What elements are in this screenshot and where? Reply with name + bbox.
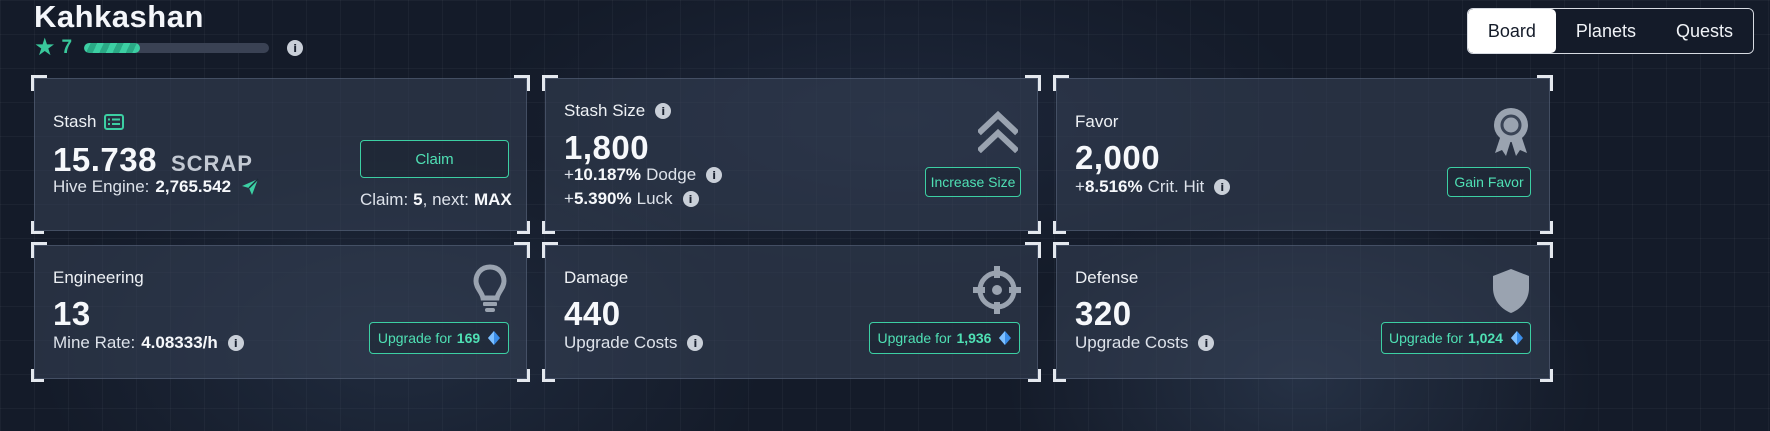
tab-planets[interactable]: Planets xyxy=(1555,9,1656,53)
hive-engine-value: 2,765.542 xyxy=(155,177,232,196)
list-icon[interactable] xyxy=(104,114,125,130)
tab-quests[interactable]: Quests xyxy=(1655,9,1753,53)
crystal-gem-icon xyxy=(1510,331,1523,345)
defense-card: Defense 320 Upgrade Costs i Upgrade for … xyxy=(1053,242,1553,382)
level-row: ★ 7 i xyxy=(34,34,304,61)
upgrade-cost: 1,024 xyxy=(1467,330,1503,346)
upgrade-label: Upgrade for xyxy=(377,330,452,346)
lightbulb-icon xyxy=(473,264,507,312)
upgrade-defense-button[interactable]: Upgrade for 1,024 xyxy=(1381,322,1531,354)
tab-board[interactable]: Board xyxy=(1467,9,1556,53)
upgrade-cost: 169 xyxy=(456,330,481,346)
stash-size-label-row: Stash Size i xyxy=(564,101,672,121)
hive-engine-row: Hive Engine: 2,765.542 xyxy=(53,177,259,197)
gain-favor-button[interactable]: Gain Favor xyxy=(1447,167,1531,197)
favor-value: 2,000 xyxy=(1075,139,1161,176)
stash-size-value: 1,800 xyxy=(564,129,650,166)
mine-rate-row: Mine Rate: 4.08333/h i xyxy=(53,333,244,353)
award-badge-icon xyxy=(1494,108,1528,156)
defense-costs-label: Upgrade Costs xyxy=(1075,333,1189,352)
stash-amount: 15.738 xyxy=(53,141,157,178)
damage-costs-label: Upgrade Costs xyxy=(564,333,678,352)
stash-amount-row: 15.738 SCRAP xyxy=(53,141,253,179)
crit-value: 8.516% xyxy=(1084,177,1143,196)
upgrade-label: Upgrade for xyxy=(877,330,952,346)
hive-engine-label: Hive Engine: xyxy=(53,177,150,196)
crystal-gem-icon xyxy=(999,331,1012,345)
dodge-row: + 10.187% Dodge i xyxy=(564,165,723,185)
defense-value: 320 xyxy=(1075,295,1132,332)
shield-icon xyxy=(1493,269,1529,313)
header: Kahkashan ★ 7 i xyxy=(34,0,304,64)
star-icon: ★ xyxy=(34,34,56,61)
info-icon[interactable]: i xyxy=(287,40,304,56)
info-icon[interactable]: i xyxy=(1198,335,1215,351)
info-icon[interactable]: i xyxy=(682,191,699,207)
info-icon[interactable]: i xyxy=(706,167,723,183)
damage-label: Damage xyxy=(564,268,629,287)
engineering-card: Engineering 13 Mine Rate: 4.08333/h i Up… xyxy=(31,242,530,382)
engineering-value: 13 xyxy=(53,295,91,332)
claim-count: 5 xyxy=(413,190,423,209)
crystal-gem-icon xyxy=(488,331,501,345)
increase-size-button[interactable]: Increase Size xyxy=(925,167,1021,197)
damage-costs-row: Upgrade Costs i xyxy=(564,333,704,353)
next-value: MAX xyxy=(473,190,512,209)
dodge-label: Dodge xyxy=(646,165,697,184)
stash-label-row: Stash xyxy=(53,112,125,132)
crit-row: + 8.516% Crit. Hit i xyxy=(1075,177,1231,197)
mine-rate-label: Mine Rate: xyxy=(53,333,136,352)
claim-button[interactable]: Claim xyxy=(360,140,509,178)
double-chevron-up-icon xyxy=(978,111,1018,153)
page-title: Kahkashan xyxy=(34,0,204,34)
info-icon[interactable]: i xyxy=(1214,179,1231,195)
xp-progress-bar xyxy=(84,43,270,53)
luck-prefix: + xyxy=(564,189,574,208)
stash-size-card: Stash Size i 1,800 + 10.187% Dodge i + 5… xyxy=(542,75,1041,234)
favor-label: Favor xyxy=(1075,112,1119,131)
claim-info: Claim: 5 , next: MAX xyxy=(360,190,512,210)
damage-value: 440 xyxy=(564,295,621,332)
crit-label: Crit. Hit xyxy=(1147,177,1205,196)
claim-info-label: Claim: xyxy=(360,190,409,209)
stash-size-label: Stash Size xyxy=(564,101,646,120)
next-label: , next: xyxy=(422,190,469,209)
stash-card: Stash 15.738 SCRAP Hive Engine: 2,765.54… xyxy=(31,75,530,234)
crit-prefix: + xyxy=(1075,177,1085,196)
upgrade-label: Upgrade for xyxy=(1389,330,1463,346)
engineering-label: Engineering xyxy=(53,268,144,287)
dodge-prefix: + xyxy=(564,165,574,184)
damage-card: Damage 440 Upgrade Costs i Upgrade for 1… xyxy=(542,242,1041,382)
upgrade-damage-button[interactable]: Upgrade for 1,936 xyxy=(869,322,1020,354)
view-tabs: Board Planets Quests xyxy=(1466,8,1754,54)
info-icon[interactable]: i xyxy=(687,335,704,351)
stash-unit: SCRAP xyxy=(170,151,253,176)
paper-plane-icon[interactable] xyxy=(241,178,259,196)
dodge-value: 10.187% xyxy=(573,165,642,184)
level-number: 7 xyxy=(61,37,73,58)
defense-label: Defense xyxy=(1075,268,1139,287)
stash-label: Stash xyxy=(53,112,97,131)
mine-rate-value: 4.08333/h xyxy=(141,333,218,352)
info-icon[interactable]: i xyxy=(227,335,244,351)
luck-value: 5.390% xyxy=(573,189,632,208)
crosshair-icon xyxy=(973,266,1021,314)
xp-progress-fill xyxy=(84,43,140,53)
upgrade-engineering-button[interactable]: Upgrade for 169 xyxy=(369,322,509,354)
defense-costs-row: Upgrade Costs i xyxy=(1075,333,1215,353)
upgrade-cost: 1,936 xyxy=(956,330,992,346)
info-icon[interactable]: i xyxy=(655,103,672,119)
favor-card: Favor 2,000 + 8.516% Crit. Hit i Gain Fa… xyxy=(1053,75,1553,234)
luck-label: Luck xyxy=(636,189,673,208)
luck-row: + 5.390% Luck i xyxy=(564,189,699,209)
